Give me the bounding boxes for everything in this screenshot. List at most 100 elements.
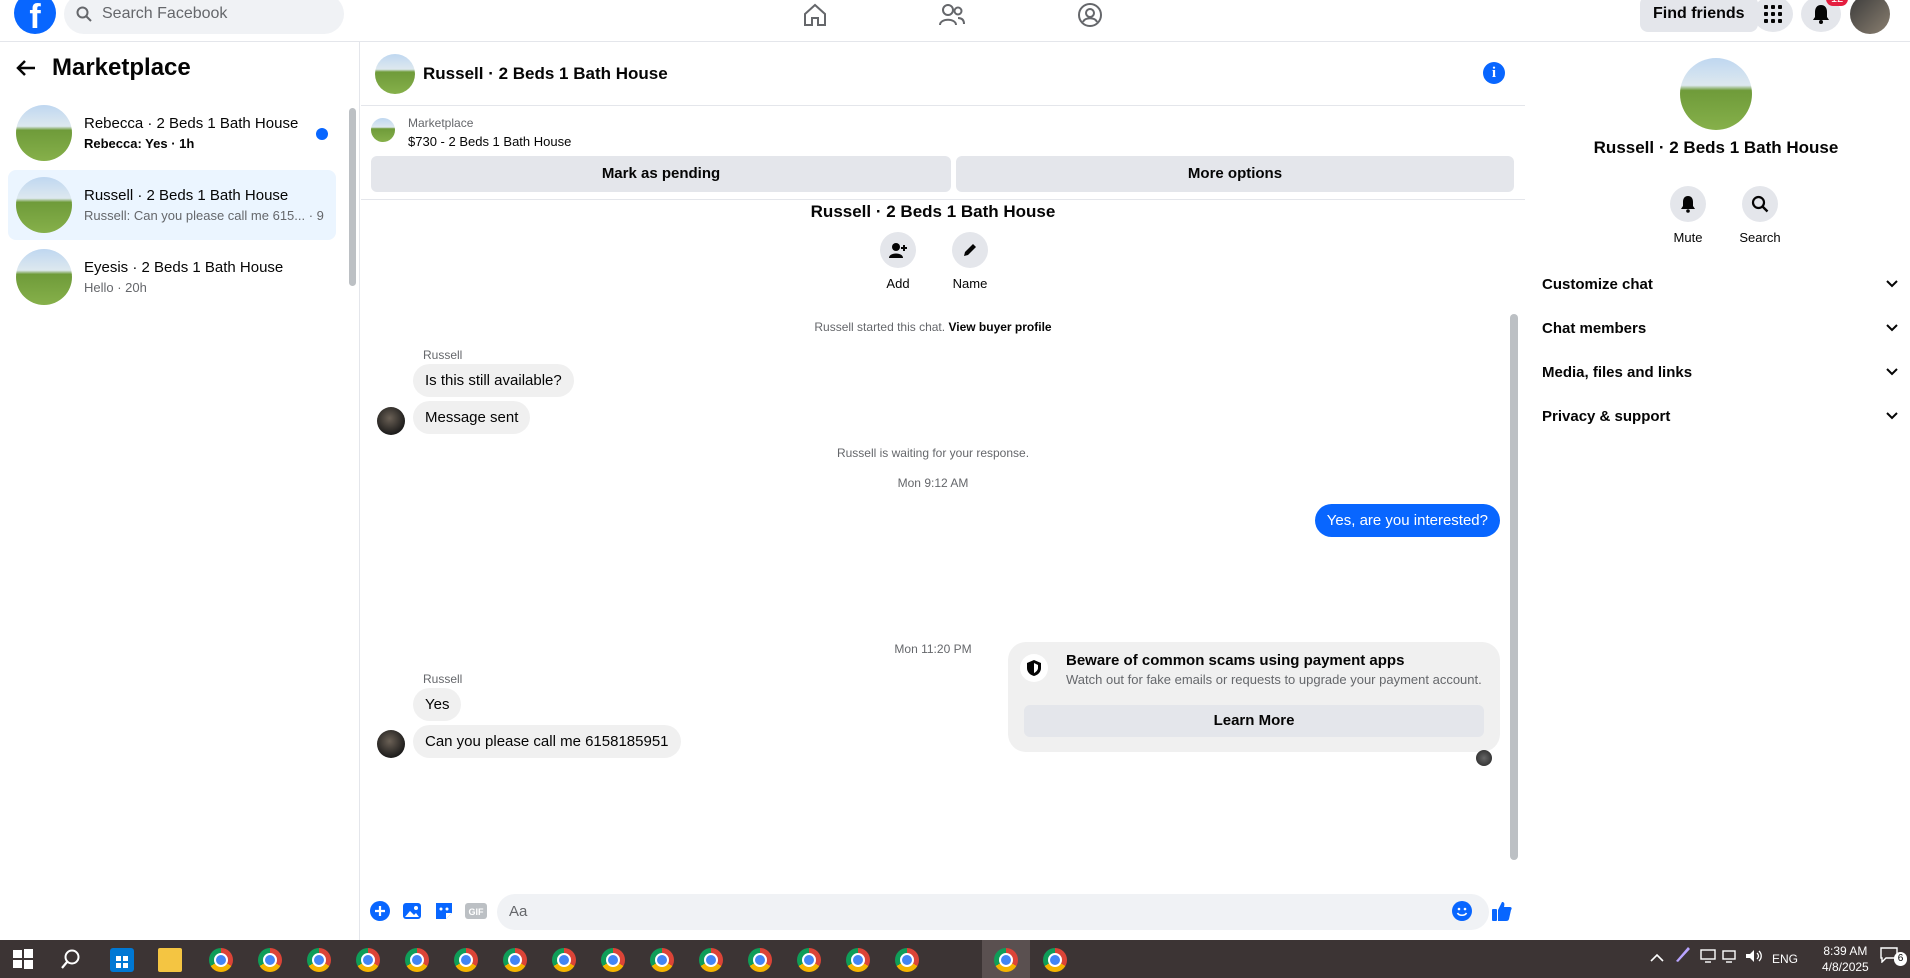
home-icon[interactable] <box>795 0 835 30</box>
scam-warning-subtitle: Watch out for fake emails or requests to… <box>1066 672 1482 687</box>
details-title: Russell · 2 Beds 1 Bath House <box>1593 138 1839 157</box>
gif-icon[interactable]: GIF <box>465 900 487 922</box>
message-bubble-incoming[interactable]: Is this still available? <box>413 364 574 397</box>
chevron-up-icon[interactable] <box>1650 940 1664 978</box>
chat-members-row[interactable]: Chat members <box>1542 306 1898 350</box>
listing-thumbnail <box>16 105 72 161</box>
mark-as-pending-button[interactable]: Mark as pending <box>371 156 951 192</box>
name-chat-action[interactable]: Name <box>940 232 1000 291</box>
chrome-icon[interactable] <box>552 948 576 972</box>
menu-grid-icon[interactable] <box>1753 0 1793 32</box>
scam-warning-card: Beware of common scams using payment app… <box>1008 642 1500 752</box>
listing-price-title[interactable]: $730 - 2 Beds 1 Bath House <box>408 134 571 149</box>
chevron-down-icon <box>1886 280 1898 288</box>
conversation-details-panel: Russell · 2 Beds 1 Bath House Mute Searc… <box>1526 42 1910 940</box>
facebook-logo[interactable]: f <box>14 0 56 36</box>
message-bubble-incoming[interactable]: Message sent <box>413 401 531 434</box>
conversation-item-eyesis[interactable]: Eyesis · 2 Beds 1 Bath House Hello · 20h <box>8 242 336 312</box>
conversation-item-rebecca[interactable]: Rebecca · 2 Beds 1 Bath House Rebecca: Y… <box>8 98 336 168</box>
chat-started-text: Russell started this chat. <box>814 320 946 334</box>
media-files-links-row[interactable]: Media, files and links <box>1542 350 1898 394</box>
timestamp: Mon 11:20 PM <box>894 642 972 656</box>
chevron-down-icon <box>1886 368 1898 376</box>
clock-time: 8:39 AM <box>1823 944 1868 958</box>
add-people-action[interactable]: Add <box>868 232 928 291</box>
waiting-notice: Russell is waiting for your response. <box>836 446 1030 460</box>
pen-icon[interactable] <box>1674 940 1692 978</box>
chrome-icon[interactable] <box>895 948 919 972</box>
listing-thumbnail[interactable] <box>375 53 415 94</box>
chrome-icon[interactable] <box>356 948 380 972</box>
search-label: Search <box>1739 230 1781 245</box>
chevron-down-icon <box>1886 324 1898 332</box>
conversation-list-scrollbar[interactable] <box>349 108 356 286</box>
emoji-icon[interactable] <box>1451 900 1473 922</box>
message-input[interactable]: Aa <box>497 894 1489 930</box>
info-icon[interactable]: i <box>1483 62 1505 84</box>
chrome-icon[interactable] <box>405 948 429 972</box>
chat-panel: Russell · 2 Beds 1 Bath House i Marketpl… <box>361 42 1525 940</box>
chrome-icon[interactable] <box>846 948 870 972</box>
plus-icon[interactable] <box>369 900 391 922</box>
customize-chat-row[interactable]: Customize chat <box>1542 262 1898 306</box>
chrome-icon[interactable] <box>307 948 331 972</box>
thumbs-up-icon[interactable] <box>1491 900 1513 922</box>
chrome-icon[interactable] <box>258 948 282 972</box>
conversation-name: Eyesis · 2 Beds 1 Bath House <box>84 259 284 276</box>
network-icon[interactable] <box>1722 940 1740 978</box>
photo-icon[interactable] <box>401 900 423 922</box>
chrome-icon[interactable] <box>650 948 674 972</box>
chat-title[interactable]: Russell · 2 Beds 1 Bath House <box>423 64 668 84</box>
mute-action[interactable]: Mute <box>1658 186 1718 245</box>
more-options-button[interactable]: More options <box>956 156 1514 192</box>
message-bubble-incoming[interactable]: Yes <box>413 688 462 721</box>
conversation-name: Rebecca · 2 Beds 1 Bath House <box>84 115 299 132</box>
account-avatar[interactable] <box>1850 0 1890 34</box>
windows-start-icon[interactable] <box>12 948 36 972</box>
add-label: Add <box>886 276 910 291</box>
message-bubble-outgoing[interactable]: Yes, are you interested? <box>1314 504 1500 537</box>
view-buyer-profile-link[interactable]: View buyer profile <box>948 320 1051 334</box>
privacy-support-row[interactable]: Privacy & support <box>1542 394 1898 438</box>
sender-avatar[interactable] <box>377 407 405 435</box>
display-icon[interactable] <box>1700 940 1716 978</box>
search-in-conversation-action[interactable]: Search <box>1730 186 1790 245</box>
chrome-icon[interactable] <box>699 948 723 972</box>
sticker-icon[interactable] <box>433 900 455 922</box>
friends-icon[interactable] <box>932 0 972 30</box>
clock-date: 4/8/2025 <box>1822 960 1869 974</box>
groups-icon[interactable] <box>1070 0 1110 30</box>
search-icon <box>1751 195 1769 213</box>
unread-dot <box>316 128 328 140</box>
left-header: Marketplace <box>16 54 191 82</box>
chrome-icon[interactable] <box>209 948 233 972</box>
chrome-icon[interactable] <box>601 948 625 972</box>
listing-avatar[interactable] <box>1680 58 1752 130</box>
language-indicator[interactable]: ENG <box>1772 940 1798 978</box>
system-clock[interactable]: 8:39 AM 4/8/2025 <box>1822 943 1869 975</box>
chat-started-notice: Russell started this chat. View buyer pr… <box>361 320 1505 334</box>
find-friends-button[interactable]: Find friends <box>1640 0 1758 32</box>
store-icon[interactable] <box>110 948 134 972</box>
chrome-icon[interactable] <box>994 948 1018 972</box>
sender-avatar[interactable] <box>377 730 405 758</box>
volume-icon[interactable] <box>1745 940 1763 978</box>
thread-scrollbar[interactable] <box>1510 314 1518 860</box>
chrome-icon[interactable] <box>454 948 478 972</box>
marketplace-label: Marketplace <box>408 116 474 130</box>
row-label: Privacy & support <box>1542 407 1671 425</box>
search-icon[interactable] <box>60 948 84 972</box>
message-bubble-incoming[interactable]: Can you please call me 6158185951 <box>413 725 681 758</box>
sender-name: Russell <box>423 672 463 686</box>
search-icon <box>76 6 92 22</box>
search-facebook-input[interactable]: Search Facebook <box>64 0 344 34</box>
name-label: Name <box>952 276 988 291</box>
learn-more-button[interactable]: Learn More <box>1024 705 1484 737</box>
conversation-item-russell[interactable]: Russell · 2 Beds 1 Bath House Russell: C… <box>8 170 336 240</box>
chrome-icon[interactable] <box>503 948 527 972</box>
chrome-icon[interactable] <box>1043 948 1067 972</box>
chrome-icon[interactable] <box>797 948 821 972</box>
back-arrow-icon[interactable] <box>16 59 36 77</box>
file-explorer-icon[interactable] <box>158 948 182 972</box>
chrome-icon[interactable] <box>748 948 772 972</box>
